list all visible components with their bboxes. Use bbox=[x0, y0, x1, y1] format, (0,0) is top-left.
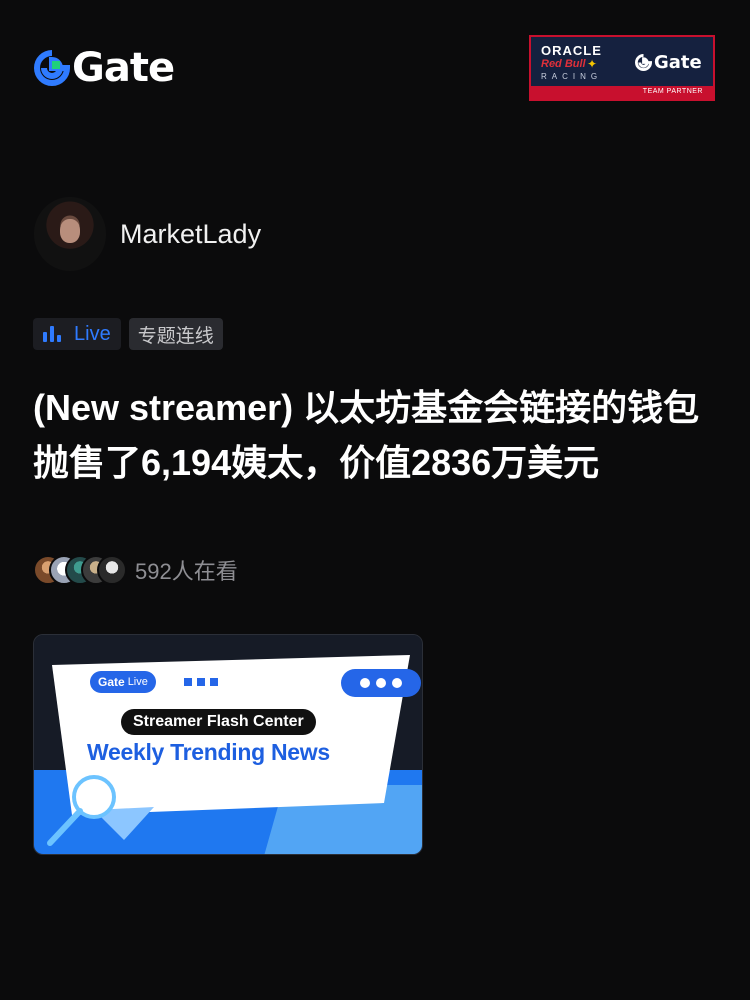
weekly-news-banner[interactable]: Gate Live Streamer Flash Center Weekly T… bbox=[33, 634, 423, 855]
gate-logo-text: Gate bbox=[72, 45, 175, 91]
topic-tag[interactable]: 专题连线 bbox=[128, 318, 223, 350]
streamer-flash-pill: Streamer Flash Center bbox=[121, 709, 316, 735]
chat-bubble-icon bbox=[341, 669, 421, 697]
post-headline[interactable]: (New streamer) 以太坊基金会链接的钱包抛售了6,194姨太，价值2… bbox=[33, 380, 723, 490]
redbull-icon: ✦ bbox=[587, 57, 598, 71]
viewer-count-row: 592人在看 bbox=[33, 554, 238, 586]
redbull-text: Red Bull bbox=[541, 58, 586, 70]
live-bars-icon bbox=[43, 326, 64, 342]
gate-logo[interactable]: Gate bbox=[34, 45, 175, 91]
partner-gate-text: Gate bbox=[654, 52, 702, 73]
banner-title: Weekly Trending News bbox=[87, 739, 330, 765]
team-partner-label: TEAM PARTNER bbox=[642, 88, 703, 95]
topic-tag-label: 专题连线 bbox=[137, 325, 214, 347]
live-tag[interactable]: Live bbox=[33, 318, 121, 350]
oracle-text: ORACLE bbox=[541, 43, 602, 58]
team-partner-strip: TEAM PARTNER bbox=[531, 86, 713, 99]
racing-text: RACING bbox=[541, 72, 603, 81]
live-tag-label: Live bbox=[74, 322, 111, 345]
author-name[interactable]: MarketLady bbox=[120, 219, 261, 250]
author-row[interactable]: MarketLady bbox=[34, 197, 261, 271]
viewer-count: 592人在看 bbox=[135, 559, 238, 584]
team-partner-badge: ORACLE Red Bull ✦ RACING Gate TEAM PARTN… bbox=[529, 35, 715, 101]
post-tags: Live 专题连线 bbox=[33, 318, 223, 350]
gate-mark-icon bbox=[635, 54, 652, 71]
gate-live-badge-live: Live bbox=[127, 676, 148, 688]
viewer-avatars bbox=[33, 555, 127, 585]
viewer-avatar bbox=[97, 555, 127, 585]
gate-logo-icon bbox=[34, 50, 70, 86]
partner-gate-logo: Gate bbox=[635, 52, 702, 73]
gate-live-badge-brand: Gate bbox=[98, 675, 125, 689]
decorative-dots bbox=[184, 678, 223, 686]
gate-live-badge: Gate Live bbox=[90, 671, 156, 693]
author-avatar[interactable] bbox=[34, 197, 106, 271]
